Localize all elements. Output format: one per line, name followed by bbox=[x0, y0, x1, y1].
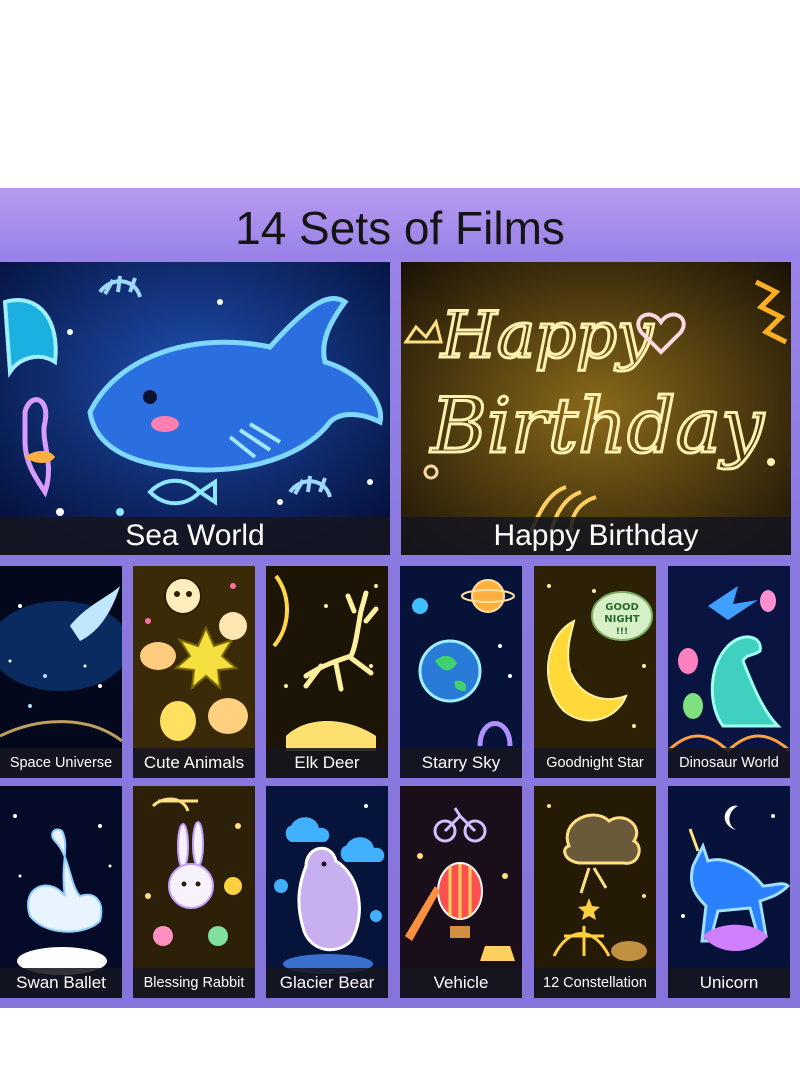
bubble-text-line1: GOOD bbox=[605, 602, 639, 613]
vehicle-artwork bbox=[400, 786, 522, 998]
film-caption: Sea World bbox=[0, 517, 390, 555]
film-caption: Goodnight Star bbox=[534, 748, 656, 778]
film-tile-goodnight-star: GOOD NIGHT !!! Goodnight Star bbox=[534, 566, 656, 778]
film-caption: Happy Birthday bbox=[401, 517, 791, 555]
film-caption: Dinosaur World bbox=[668, 748, 790, 778]
unicorn-artwork bbox=[668, 786, 790, 998]
film-tile-glacier-bear: Glacier Bear bbox=[266, 786, 388, 998]
film-caption: Cute Animals bbox=[133, 748, 255, 778]
page-title: 14 Sets of Films bbox=[235, 202, 565, 254]
happy-birthday-artwork: Happy Birthday bbox=[401, 262, 791, 555]
film-tile-unicorn: Unicorn bbox=[668, 786, 790, 998]
space-universe-artwork bbox=[0, 566, 122, 778]
film-tile-space-universe: Space Universe bbox=[0, 566, 122, 778]
starry-sky-artwork bbox=[400, 566, 522, 778]
film-tile-sea-world: Sea World bbox=[0, 262, 390, 555]
film-tile-12-constellation: 12 Constellation bbox=[534, 786, 656, 998]
cute-animals-artwork bbox=[133, 566, 255, 778]
film-caption: Elk Deer bbox=[266, 748, 388, 778]
film-caption: Glacier Bear bbox=[266, 968, 388, 998]
film-caption: 12 Constellation bbox=[534, 968, 656, 998]
film-tile-swan-ballet: Swan Ballet bbox=[0, 786, 122, 998]
film-caption: Starry Sky bbox=[400, 748, 522, 778]
film-caption: Blessing Rabbit bbox=[133, 968, 255, 998]
blessing-rabbit-artwork bbox=[133, 786, 255, 998]
bubble-text-line3: !!! bbox=[616, 627, 628, 637]
film-tile-blessing-rabbit: Blessing Rabbit bbox=[133, 786, 255, 998]
bubble-text-line2: NIGHT bbox=[604, 614, 640, 625]
birthday-text-line1: Happy bbox=[440, 299, 654, 373]
sea-world-artwork bbox=[0, 262, 390, 555]
dinosaur-world-artwork bbox=[668, 566, 790, 778]
elk-deer-artwork bbox=[266, 566, 388, 778]
film-caption: Swan Ballet bbox=[0, 968, 122, 998]
swan-ballet-artwork bbox=[0, 786, 122, 998]
constellation-artwork bbox=[534, 786, 656, 998]
film-tile-dinosaur-world: Dinosaur World bbox=[668, 566, 790, 778]
film-tile-starry-sky: Starry Sky bbox=[400, 566, 522, 778]
film-caption: Unicorn bbox=[668, 968, 790, 998]
birthday-text-line2: Birthday bbox=[429, 381, 765, 470]
glacier-bear-artwork bbox=[266, 786, 388, 998]
film-caption: Vehicle bbox=[400, 968, 522, 998]
film-tile-cute-animals: Cute Animals bbox=[133, 566, 255, 778]
film-caption: Space Universe bbox=[0, 748, 122, 778]
film-tile-elk-deer: Elk Deer bbox=[266, 566, 388, 778]
film-tile-vehicle: Vehicle bbox=[400, 786, 522, 998]
goodnight-star-artwork: GOOD NIGHT !!! bbox=[534, 566, 656, 778]
film-tile-happy-birthday: Happy Birthday Happy Birthday bbox=[401, 262, 791, 555]
